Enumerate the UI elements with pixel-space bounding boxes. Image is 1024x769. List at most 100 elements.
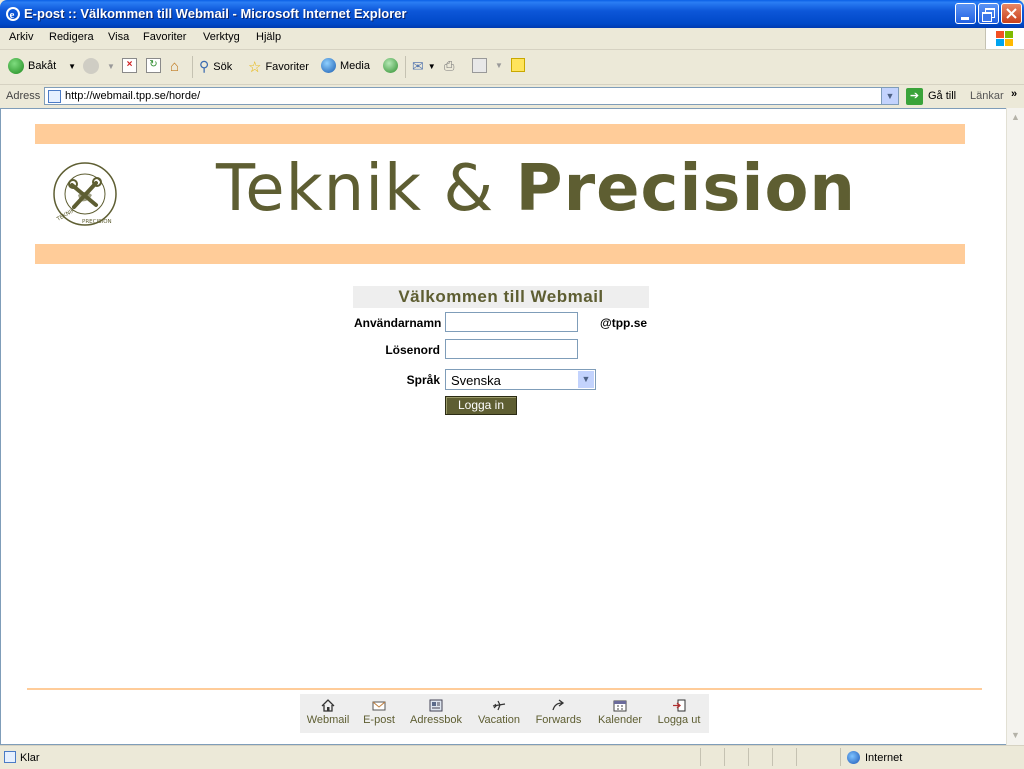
- username-label: Användarnamn: [354, 316, 442, 330]
- links-button[interactable]: Länkar: [970, 90, 1004, 102]
- password-input[interactable]: [445, 339, 578, 359]
- close-icon: [1006, 8, 1017, 19]
- home-icon: ⌂: [170, 58, 180, 75]
- nav-epost[interactable]: E-post: [358, 694, 400, 733]
- refresh-button[interactable]: ↻: [146, 58, 161, 73]
- footer-nav: Webmail E-post Adressbok Vacation Forwar…: [300, 694, 709, 733]
- company-seal-logo: TEKNIK PRECISION: [53, 162, 117, 226]
- footer-divider: [27, 688, 982, 690]
- brand-title-bold: Precision: [515, 152, 856, 226]
- menu-visa[interactable]: Visa: [108, 31, 129, 43]
- scroll-down-icon[interactable]: ▼: [1008, 727, 1023, 744]
- chevron-right-icon[interactable]: »: [1011, 88, 1017, 100]
- menu-redigera[interactable]: Redigera: [49, 31, 94, 43]
- chevron-down-icon[interactable]: ▼: [578, 371, 594, 388]
- chevron-down-icon[interactable]: ▼: [881, 88, 898, 104]
- windows-logo: [985, 28, 1024, 49]
- media-label: Media: [340, 59, 370, 72]
- status-bar: Klar Internet: [0, 745, 1024, 769]
- vertical-scrollbar[interactable]: ▲ ▼: [1006, 108, 1024, 745]
- refresh-icon: ↻: [146, 58, 161, 73]
- nav-logout[interactable]: Logga ut: [652, 694, 706, 733]
- nav-vacation[interactable]: Vacation: [473, 694, 525, 733]
- address-input[interactable]: http://webmail.tpp.se/horde/ ▼: [44, 87, 899, 105]
- svg-text:e: e: [10, 9, 15, 21]
- security-zone: Internet: [840, 748, 1024, 766]
- menu-hjalp[interactable]: Hjälp: [256, 31, 281, 43]
- plane-icon: [492, 700, 506, 711]
- nav-logout-label: Logga ut: [657, 714, 701, 726]
- forward-button[interactable]: ▼: [83, 58, 115, 74]
- globe-icon: [847, 751, 860, 764]
- menu-favoriter[interactable]: Favoriter: [143, 31, 186, 43]
- toolbar: Bakåt ▼ ▼ × ↻ ⌂ ⚲ Sök ☆ Favoriter Media …: [0, 50, 1024, 85]
- home-button[interactable]: ⌂: [170, 58, 179, 75]
- search-label: Sök: [213, 60, 233, 73]
- nav-vacation-label: Vacation: [478, 714, 520, 726]
- login-button[interactable]: Logga in: [445, 396, 517, 415]
- language-value: Svenska: [451, 373, 501, 388]
- address-bar: Adress http://webmail.tpp.se/horde/ ▼ ➔ …: [0, 85, 1024, 109]
- password-label: Lösenord: [385, 343, 440, 357]
- window-title: E-post :: Välkommen till Webmail - Micro…: [24, 6, 407, 21]
- username-input[interactable]: [445, 312, 578, 332]
- nav-webmail[interactable]: Webmail: [302, 694, 354, 733]
- nav-kalender-label: Kalender: [597, 714, 643, 726]
- forward-icon: [551, 699, 564, 711]
- address-url: http://webmail.tpp.se/horde/: [65, 90, 201, 102]
- header-top-bar: [35, 124, 965, 144]
- edit-icon: [472, 58, 487, 73]
- chevron-down-icon: ▼: [68, 61, 77, 71]
- history-button[interactable]: [383, 58, 398, 73]
- address-label: Adress: [6, 90, 41, 102]
- calendar-icon: [613, 700, 627, 712]
- stop-icon: ×: [122, 58, 137, 73]
- media-button[interactable]: Media: [321, 58, 370, 73]
- back-arrow-icon: [8, 58, 24, 74]
- menu-arkiv[interactable]: Arkiv: [9, 31, 33, 43]
- brand-title-thin: Teknik &: [216, 152, 516, 226]
- favorites-button[interactable]: ☆ Favoriter: [248, 58, 309, 76]
- print-button[interactable]: ⎙: [444, 58, 454, 74]
- stop-button[interactable]: ×: [122, 58, 137, 73]
- favorites-label: Favoriter: [265, 61, 309, 73]
- nav-forwards[interactable]: Forwards: [530, 694, 587, 733]
- page-icon: [4, 751, 16, 763]
- back-label: Bakåt: [28, 60, 57, 72]
- chevron-down-icon: ▼: [495, 61, 503, 70]
- zone-label: Internet: [865, 752, 903, 764]
- addressbook-icon: [429, 699, 443, 712]
- logout-icon: [673, 699, 686, 712]
- go-arrow-icon[interactable]: ➔: [906, 88, 923, 105]
- messenger-button[interactable]: [511, 58, 525, 72]
- restore-button[interactable]: [978, 3, 999, 24]
- header-bottom-bar: [35, 244, 965, 264]
- go-button[interactable]: Gå till: [928, 90, 956, 102]
- menu-verktyg[interactable]: Verktyg: [203, 31, 240, 43]
- minimize-button[interactable]: [955, 3, 976, 24]
- nav-epost-label: E-post: [363, 714, 395, 726]
- edit-button[interactable]: ▼: [472, 58, 503, 73]
- nav-forwards-label: Forwards: [535, 714, 582, 726]
- house-icon: [321, 699, 335, 712]
- language-label: Språk: [406, 373, 440, 387]
- print-icon: ⎙: [444, 58, 455, 73]
- language-select[interactable]: Svenska ▼: [445, 369, 596, 390]
- note-icon: [511, 58, 525, 72]
- windows-flag-icon: [996, 31, 1013, 46]
- title-bar: e E-post :: Välkommen till Webmail - Mic…: [0, 0, 1024, 28]
- media-icon: [321, 58, 336, 73]
- mail-button[interactable]: ✉ ▼: [412, 58, 436, 75]
- scroll-up-icon[interactable]: ▲: [1008, 109, 1023, 126]
- envelope-icon: [372, 701, 386, 711]
- chevron-down-icon: ▼: [107, 61, 115, 71]
- back-button[interactable]: Bakåt ▼: [8, 58, 76, 74]
- nav-webmail-label: Webmail: [306, 714, 350, 726]
- nav-adressbok[interactable]: Adressbok: [405, 694, 467, 733]
- search-button[interactable]: ⚲ Sök: [199, 58, 232, 75]
- search-icon: ⚲: [199, 58, 210, 74]
- chevron-down-icon: ▼: [427, 62, 436, 71]
- close-button[interactable]: [1001, 3, 1022, 24]
- history-icon: [383, 58, 398, 73]
- nav-kalender[interactable]: Kalender: [592, 694, 648, 733]
